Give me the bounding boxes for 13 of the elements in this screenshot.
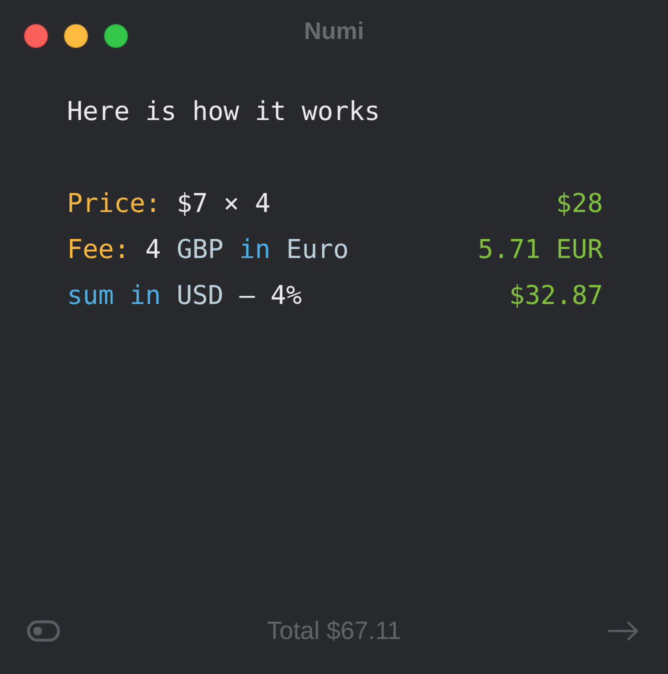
total-text: Total $67.11	[266, 616, 402, 646]
expression-text: sum in USD – 4%	[67, 280, 302, 312]
expression-text: Price: $7 × 4	[67, 188, 270, 220]
expression-text: Fee: 4 GBP in Euro	[67, 234, 349, 266]
heading-text: Here is how it works	[67, 96, 380, 128]
window-title: Numi	[304, 17, 364, 47]
minimize-icon[interactable]	[64, 24, 88, 48]
toggle-icon[interactable]	[27, 620, 60, 642]
result-value: 5.71 EUR	[478, 234, 603, 266]
result-value: $32.87	[509, 280, 603, 312]
close-icon[interactable]	[24, 24, 48, 48]
result-value: $28	[556, 188, 603, 220]
maximize-icon[interactable]	[104, 24, 128, 48]
